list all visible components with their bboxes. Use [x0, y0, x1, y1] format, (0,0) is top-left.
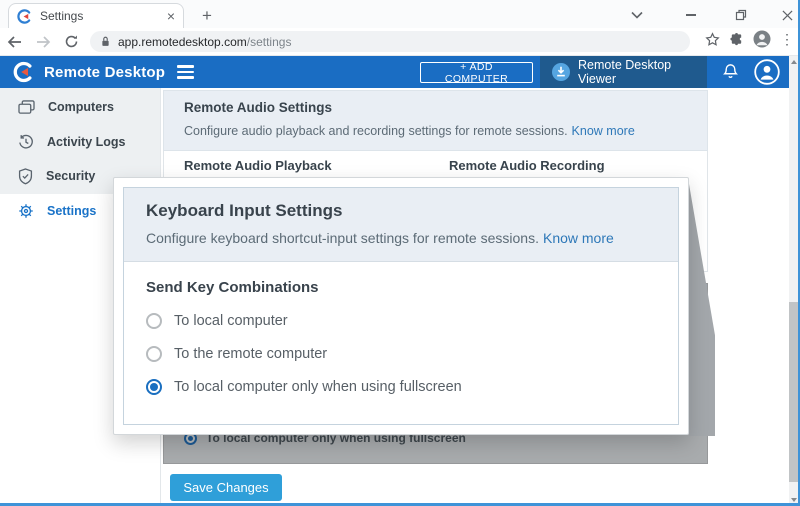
- restore-button[interactable]: [726, 6, 756, 24]
- minimize-button[interactable]: [676, 6, 706, 24]
- sidebar-item-activity-logs[interactable]: Activity Logs: [0, 125, 160, 159]
- back-icon: [7, 34, 23, 50]
- send-key-combinations-title: Send Key Combinations: [146, 279, 656, 296]
- restore-icon: [735, 9, 747, 21]
- remote-desktop-viewer-button[interactable]: Remote Desktop Viewer: [540, 56, 707, 88]
- scrollbar-up-arrow[interactable]: [789, 56, 798, 68]
- keyboard-input-settings-modal: Keyboard Input Settings Configure keyboa…: [113, 177, 689, 435]
- back-button[interactable]: [2, 30, 28, 54]
- sidebar-item-computers[interactable]: Computers: [0, 90, 160, 124]
- modal-know-more-link[interactable]: Know more: [543, 230, 614, 246]
- tab-title: Settings: [40, 9, 159, 23]
- url-text: app.remotedesktop.com/settings: [118, 35, 291, 49]
- app-header: Remote Desktop + ADD COMPUTER Remote Des…: [0, 56, 800, 88]
- radio-option-local-computer[interactable]: To local computer: [146, 313, 656, 329]
- browser-tab-settings[interactable]: Settings ×: [8, 3, 184, 28]
- settings-gear-icon: [18, 203, 34, 219]
- forward-icon: [35, 34, 51, 50]
- modal-frame: Keyboard Input Settings Configure keyboa…: [123, 187, 679, 425]
- sidebar-item-label: Security: [46, 169, 95, 183]
- save-changes-button[interactable]: Save Changes: [170, 474, 282, 501]
- refresh-icon: [64, 34, 79, 49]
- hamburger-menu-icon[interactable]: [177, 65, 194, 78]
- address-bar[interactable]: app.remotedesktop.com/settings: [90, 31, 690, 52]
- refresh-button[interactable]: [58, 30, 84, 54]
- account-avatar-icon[interactable]: [754, 59, 780, 90]
- audio-playback-header: Remote Audio Playback: [184, 158, 332, 173]
- radio-unselected-icon[interactable]: [146, 313, 162, 329]
- url-domain: app.remotedesktop.com: [118, 35, 247, 49]
- scrollbar-thumb[interactable]: [789, 302, 798, 482]
- download-icon: [552, 63, 570, 81]
- notifications-bell-icon[interactable]: [722, 63, 739, 85]
- sidebar-item-label: Computers: [48, 100, 114, 114]
- extensions-puzzle-icon[interactable]: [729, 32, 744, 47]
- lock-icon: [100, 35, 111, 48]
- url-path: /settings: [247, 35, 292, 49]
- page-scrollbar[interactable]: [789, 56, 798, 506]
- close-icon: [782, 10, 793, 21]
- brand-logo-icon: [12, 61, 34, 88]
- new-tab-button[interactable]: +: [196, 5, 218, 27]
- section-description: Configure audio playback and recording s…: [184, 124, 635, 138]
- security-shield-icon: [18, 168, 33, 185]
- tab-search-chevron-icon[interactable]: [622, 6, 652, 24]
- modal-title: Keyboard Input Settings: [146, 201, 656, 221]
- radio-option-remote-computer[interactable]: To the remote computer: [146, 346, 656, 362]
- sidebar-item-label: Activity Logs: [47, 135, 126, 149]
- browser-window: Settings × + app.remotedesktop.com: [0, 0, 800, 506]
- bookmark-star-icon[interactable]: [705, 32, 720, 47]
- modal-header: Keyboard Input Settings Configure keyboa…: [124, 188, 678, 262]
- app-favicon-icon: [17, 9, 32, 24]
- close-window-button[interactable]: [772, 6, 800, 24]
- forward-button[interactable]: [30, 30, 56, 54]
- brand-name: Remote Desktop: [44, 64, 165, 81]
- toolbar-right-icons: ⋮: [705, 30, 794, 48]
- section-title: Remote Audio Settings: [184, 100, 332, 115]
- modal-description: Configure keyboard shortcut-input settin…: [146, 230, 656, 246]
- audio-recording-header: Remote Audio Recording: [449, 158, 605, 173]
- browser-toolbar: app.remotedesktop.com/settings: [0, 28, 800, 56]
- minimize-icon: [686, 14, 696, 16]
- profile-avatar-icon[interactable]: [753, 30, 771, 48]
- add-computer-button[interactable]: + ADD COMPUTER: [420, 62, 533, 83]
- browser-menu-dots-icon[interactable]: ⋮: [780, 31, 794, 48]
- modal-body: Send Key Combinations To local computer …: [124, 262, 678, 424]
- computers-icon: [18, 100, 35, 115]
- sidebar-item-label: Settings: [47, 204, 96, 218]
- tab-close-icon[interactable]: ×: [167, 9, 175, 23]
- tab-strip: Settings × +: [0, 0, 800, 28]
- know-more-link[interactable]: Know more: [572, 124, 635, 138]
- radio-selected-icon[interactable]: [146, 379, 162, 395]
- activity-logs-icon: [18, 134, 34, 150]
- remote-audio-settings-section: Remote Audio Settings Configure audio pl…: [163, 90, 708, 151]
- viewer-button-label: Remote Desktop Viewer: [578, 58, 707, 86]
- radio-option-local-fullscreen[interactable]: To local computer only when using fullsc…: [146, 379, 656, 395]
- radio-unselected-icon[interactable]: [146, 346, 162, 362]
